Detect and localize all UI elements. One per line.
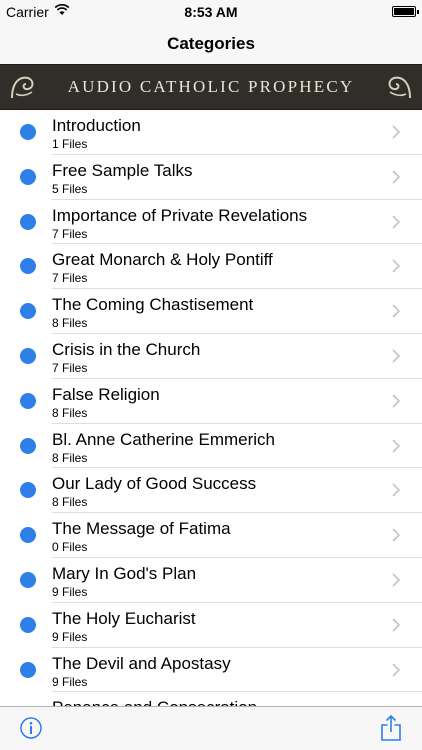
category-file-count: 7 Files: [52, 226, 88, 241]
category-title: The Devil and Apostasy: [52, 653, 231, 673]
category-dot-icon: [20, 571, 36, 588]
category-title: False Religion: [52, 384, 160, 404]
chevron-right-icon: [392, 528, 400, 542]
banner-title: AUDIO CATHOLIC PROPHECY: [67, 77, 355, 96]
category-row[interactable]: The Coming Chastisement 8 Files: [0, 289, 422, 334]
category-file-count: 8 Files: [52, 495, 88, 510]
share-icon[interactable]: [380, 714, 402, 742]
category-row[interactable]: Our Lady of Good Success 8 Files: [0, 468, 422, 514]
app-banner: AUDIO CATHOLIC PROPHECY: [0, 64, 422, 110]
chevron-right-icon: [392, 573, 400, 587]
chevron-right-icon: [392, 170, 400, 184]
chevron-right-icon: [392, 304, 400, 318]
category-dot-icon: [20, 661, 36, 678]
category-row[interactable]: The Devil and Apostasy 9 Files: [0, 648, 422, 693]
battery-icon: [392, 6, 419, 17]
bottom-toolbar: [0, 706, 422, 750]
category-title: Mary In God's Plan: [52, 563, 197, 583]
category-row[interactable]: Bl. Anne Catherine Emmerich 8 Files: [0, 424, 422, 469]
category-file-count: 5 Files: [52, 181, 88, 196]
category-title: The Coming Chastisement: [52, 295, 254, 315]
category-row[interactable]: Mary In God's Plan 9 Files: [0, 558, 422, 603]
chevron-right-icon: [392, 349, 400, 363]
category-title: Our Lady of Good Success: [52, 474, 257, 494]
chevron-right-icon: [392, 483, 400, 498]
category-row[interactable]: The Holy Eucharist 9 Files: [0, 603, 422, 648]
category-row[interactable]: Crisis in the Church 7 Files: [0, 334, 422, 379]
category-file-count: 8 Files: [52, 316, 88, 331]
category-title: Penance and Consecration: [52, 698, 257, 706]
category-dot-icon: [20, 437, 36, 454]
category-dot-icon: [20, 303, 36, 320]
category-dot-icon: [20, 527, 36, 544]
page-title: Categories: [167, 34, 255, 53]
category-dot-icon: [20, 168, 36, 185]
category-row[interactable]: Importance of Private Revelations 7 Files: [0, 200, 422, 245]
category-row[interactable]: Free Sample Talks 5 Files: [0, 155, 422, 200]
category-row[interactable]: Introduction 1 Files: [0, 110, 422, 155]
category-row[interactable]: False Religion 8 Files: [0, 379, 422, 424]
category-title: Great Monarch & Holy Pontiff: [52, 250, 273, 270]
category-file-count: 9 Files: [52, 584, 88, 599]
category-title: Free Sample Talks: [52, 160, 193, 180]
category-dot-icon: [20, 258, 36, 275]
category-file-count: 9 Files: [52, 629, 88, 644]
category-file-count: 9 Files: [52, 674, 88, 689]
navigation-bar: Categories: [0, 24, 422, 64]
chevron-right-icon: [392, 438, 400, 453]
category-title: Introduction: [52, 116, 141, 135]
category-file-count: 8 Files: [52, 450, 88, 465]
category-dot-icon: [20, 213, 36, 230]
category-title: Crisis in the Church: [52, 339, 201, 359]
flourish-right-icon: [388, 76, 411, 99]
chevron-right-icon: [392, 394, 400, 408]
chevron-right-icon: [392, 214, 400, 229]
category-title: The Message of Fatima: [52, 519, 231, 539]
category-dot-icon: [20, 616, 36, 633]
category-file-count: 1 Files: [52, 137, 88, 151]
category-file-count: 7 Files: [52, 360, 88, 375]
category-title: The Holy Eucharist: [52, 608, 196, 628]
category-file-count: 0 Files: [52, 540, 88, 555]
chevron-right-icon: [392, 662, 400, 677]
info-icon[interactable]: [20, 717, 42, 739]
category-file-count: 7 Files: [52, 271, 88, 286]
category-dot-icon: [20, 124, 36, 140]
category-title: Bl. Anne Catherine Emmerich: [52, 429, 275, 449]
status-bar: Carrier 8:53 AM: [0, 0, 422, 24]
category-list[interactable]: Introduction 1 Files Free Sample Talks 5 Fi…: [0, 110, 422, 706]
category-row[interactable]: Penance and Consecration: [0, 692, 422, 706]
category-file-count: 8 Files: [52, 405, 88, 420]
category-dot-icon: [20, 347, 36, 364]
category-row[interactable]: The Message of Fatima 0 Files: [0, 513, 422, 558]
chevron-right-icon: [392, 125, 400, 139]
status-time: 8:53 AM: [184, 4, 238, 20]
category-dot-icon: [20, 482, 36, 499]
category-title: Importance of Private Revelations: [52, 205, 308, 225]
category-row[interactable]: Great Monarch & Holy Pontiff 7 Files: [0, 244, 422, 290]
chevron-right-icon: [392, 259, 400, 274]
chevron-right-icon: [392, 618, 400, 632]
category-dot-icon: [20, 392, 36, 409]
